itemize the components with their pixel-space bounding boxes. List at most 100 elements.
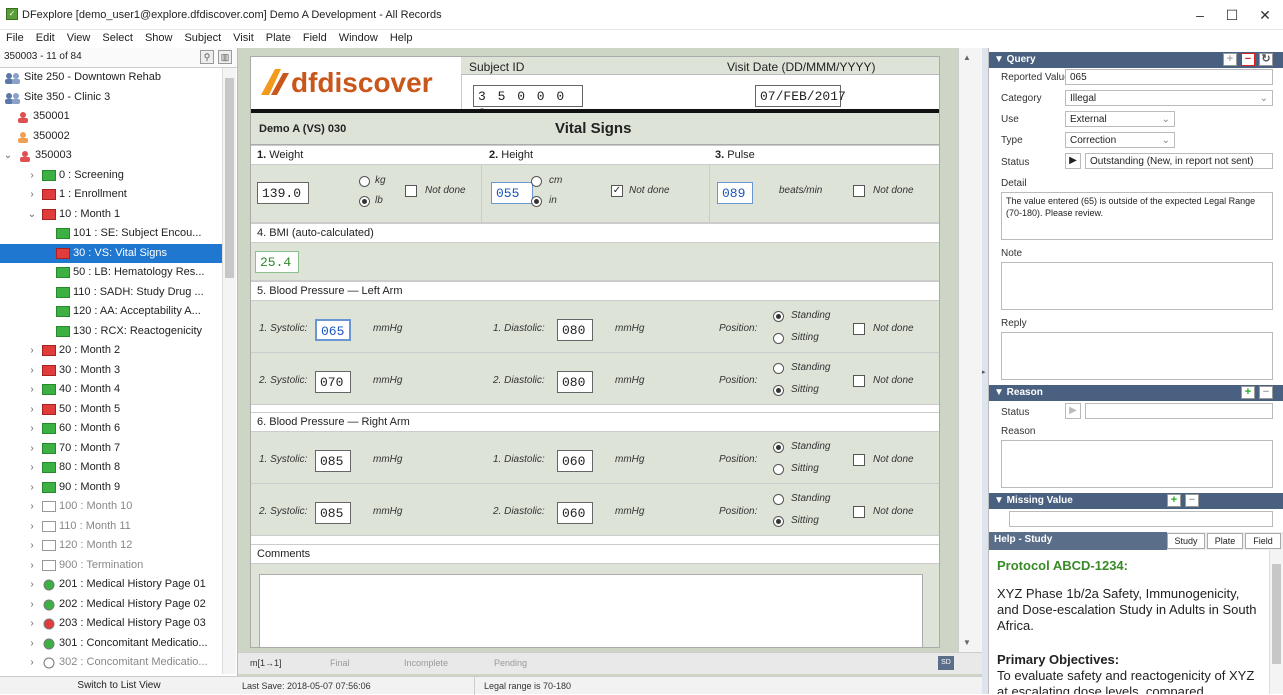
visit-date-field[interactable]: 07/FEB/2017 <box>755 85 846 107</box>
tree-item[interactable]: 110 : SADH: Study Drug ... <box>0 283 232 302</box>
right2-not-done-checkbox[interactable] <box>853 506 865 518</box>
tree-item[interactable]: › 1 : Enrollment <box>0 185 232 204</box>
right-diastolic-2-input[interactable]: 060 <box>557 502 593 524</box>
cm-radio[interactable] <box>531 176 542 187</box>
note-textarea[interactable] <box>1001 262 1273 310</box>
weight-input[interactable]: 139.0 <box>257 182 309 204</box>
switch-list-view-button[interactable]: Switch to List View <box>0 676 238 694</box>
tree-item[interactable]: › 0 : Screening <box>0 166 232 185</box>
tree-item[interactable]: › 120 : Month 12 <box>0 536 232 555</box>
tree-item[interactable]: › 900 : Termination <box>0 556 232 575</box>
chevron-right-icon[interactable]: › <box>26 478 38 497</box>
menu-select[interactable]: Select <box>96 30 139 47</box>
chevron-down-icon[interactable]: ⌄ <box>2 146 14 165</box>
reported-value-field[interactable]: 065 <box>1065 69 1273 85</box>
close-button[interactable]: ✕ <box>1250 4 1280 26</box>
maximize-button[interactable]: ☐ <box>1217 4 1247 26</box>
right1-sitting-radio[interactable] <box>773 464 784 475</box>
help-scrollbar[interactable] <box>1269 550 1283 694</box>
reply-textarea[interactable] <box>1001 332 1273 380</box>
chevron-right-icon[interactable]: › <box>26 380 38 399</box>
incomplete-button[interactable]: Incomplete <box>404 658 448 668</box>
chevron-right-icon[interactable]: › <box>26 439 38 458</box>
status-field[interactable]: Outstanding (New, in report not sent) <box>1085 153 1273 169</box>
menu-file[interactable]: File <box>0 30 30 47</box>
tree-item[interactable]: 350001 <box>0 107 232 126</box>
reason-textarea[interactable] <box>1001 440 1273 488</box>
tree-item[interactable]: Site 350 - Clinic 3 <box>0 88 232 107</box>
right-systolic-1-input[interactable]: 085 <box>315 450 351 472</box>
menu-subject[interactable]: Subject <box>178 30 227 47</box>
tree-item[interactable]: › 30 : Month 3 <box>0 361 232 380</box>
menu-help[interactable]: Help <box>384 30 419 47</box>
tab-plate[interactable]: Plate <box>1207 533 1243 549</box>
menu-window[interactable]: Window <box>333 30 384 47</box>
left1-sitting-radio[interactable] <box>773 333 784 344</box>
chevron-right-icon[interactable]: › <box>26 400 38 419</box>
chevron-right-icon[interactable]: › <box>26 575 38 594</box>
in-radio[interactable] <box>531 196 542 207</box>
tree-item[interactable]: ⌄ 350003 <box>0 146 232 165</box>
chevron-right-icon[interactable]: › <box>26 341 38 360</box>
tab-study[interactable]: Study <box>1167 533 1205 549</box>
left2-not-done-checkbox[interactable] <box>853 375 865 387</box>
chevron-right-icon[interactable]: › <box>26 614 38 633</box>
chevron-right-icon[interactable]: › <box>26 634 38 653</box>
height-input[interactable]: 055 <box>491 182 533 204</box>
menu-view[interactable]: View <box>61 30 97 47</box>
menu-plate[interactable]: Plate <box>260 30 297 47</box>
form-scrollbar[interactable]: ▲ ▼ <box>958 48 982 652</box>
tree-item[interactable]: › 90 : Month 9 <box>0 478 232 497</box>
chevron-right-icon[interactable]: › <box>26 419 38 438</box>
remove-reason-button[interactable]: − <box>1259 386 1273 399</box>
delete-query-button[interactable]: − <box>1241 53 1255 66</box>
tree-item[interactable]: › 110 : Month 11 <box>0 517 232 536</box>
chevron-right-icon[interactable]: › <box>26 653 38 672</box>
left-systolic-2-input[interactable]: 070 <box>315 371 351 393</box>
left2-sitting-radio[interactable] <box>773 385 784 396</box>
tree-item[interactable]: › 302 : Concomitant Medicatio... <box>0 653 232 672</box>
type-select[interactable]: Correction ⌄ <box>1065 132 1175 148</box>
tree-item[interactable]: 130 : RCX: Reactogenicity <box>0 322 232 341</box>
left-diastolic-2-input[interactable]: 080 <box>557 371 593 393</box>
chevron-right-icon[interactable]: › <box>26 595 38 614</box>
reason-play-icon[interactable]: ▶ <box>1065 403 1081 419</box>
menu-visit[interactable]: Visit <box>227 30 260 47</box>
remove-missing-button[interactable]: − <box>1185 494 1199 507</box>
right-systolic-2-input[interactable]: 085 <box>315 502 351 524</box>
tree-item[interactable]: › 50 : Month 5 <box>0 400 232 419</box>
menu-field[interactable]: Field <box>297 30 333 47</box>
missing-value-field[interactable] <box>1009 511 1273 527</box>
tree-item[interactable]: 101 : SE: Subject Encou... <box>0 224 232 243</box>
tree-item[interactable]: › 203 : Medical History Page 03 <box>0 614 232 633</box>
right-diastolic-1-input[interactable]: 060 <box>557 450 593 472</box>
reset-query-button[interactable]: ↻ <box>1259 53 1273 66</box>
weight-not-done-checkbox[interactable] <box>405 185 417 197</box>
pulse-not-done-checkbox[interactable] <box>853 185 865 197</box>
chevron-right-icon[interactable]: › <box>26 497 38 516</box>
right2-sitting-radio[interactable] <box>773 516 784 527</box>
chevron-right-icon[interactable]: › <box>26 556 38 575</box>
left-systolic-1-input[interactable]: 065 <box>315 319 351 341</box>
height-not-done-checkbox[interactable]: ✓ <box>611 185 623 197</box>
chevron-right-icon[interactable]: › <box>26 536 38 555</box>
right1-not-done-checkbox[interactable] <box>853 454 865 466</box>
columns-icon[interactable]: ▥ <box>218 50 232 64</box>
chevron-right-icon[interactable]: › <box>26 458 38 477</box>
pulse-input[interactable]: 089 <box>717 182 753 204</box>
tree-item[interactable]: › 100 : Month 10 <box>0 497 232 516</box>
tree-scrollbar[interactable] <box>222 68 236 674</box>
add-query-button[interactable]: + <box>1223 53 1237 66</box>
use-select[interactable]: External ⌄ <box>1065 111 1175 127</box>
add-missing-button[interactable]: + <box>1167 494 1181 507</box>
tree-item[interactable]: 120 : AA: Acceptability A... <box>0 302 232 321</box>
tree-item[interactable]: › 40 : Month 4 <box>0 380 232 399</box>
tree-item[interactable]: › 201 : Medical History Page 01 <box>0 575 232 594</box>
tree-item[interactable]: 350002 <box>0 127 232 146</box>
chevron-right-icon[interactable]: › <box>26 361 38 380</box>
reason-status-field[interactable] <box>1085 403 1273 419</box>
menu-edit[interactable]: Edit <box>30 30 61 47</box>
sd-button[interactable]: SD <box>938 656 954 670</box>
tree-item[interactable]: › 202 : Medical History Page 02 <box>0 595 232 614</box>
menu-show[interactable]: Show <box>139 30 179 47</box>
